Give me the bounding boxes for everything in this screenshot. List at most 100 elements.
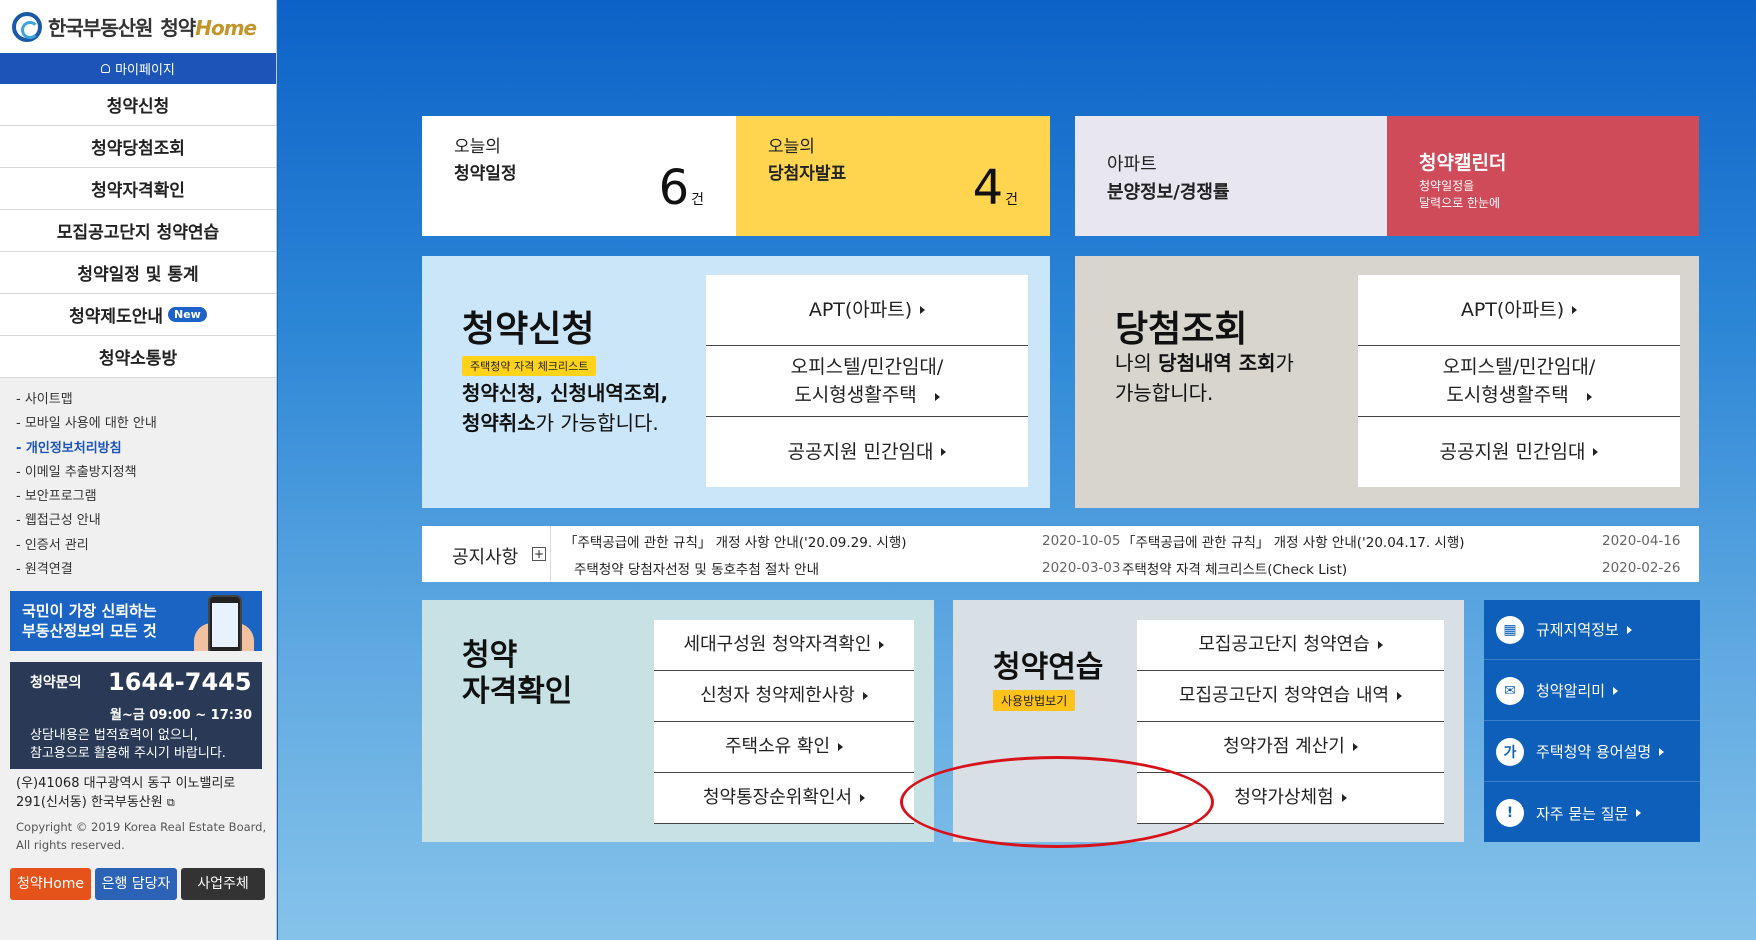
today-schedule-count: 6건 [658,160,704,216]
usage-guide-tag[interactable]: 사용방법보기 [993,690,1076,711]
apply-officetel-link[interactable]: 오피스텔/민간임대/도시형생활주택 [706,346,1028,417]
nav-item-apply[interactable]: 청약신청 [0,84,276,126]
household-qualification-link[interactable]: 세대구성원 청약자격확인 [654,620,914,671]
practice-complex-link[interactable]: 모집공고단지 청약연습 [1137,620,1444,671]
notice-item[interactable]: 「주택공급에 관한 규칙」 개정 사항 안내('20.09.29. 시행) [564,531,907,551]
house-ownership-link[interactable]: 주택소유 확인 [654,722,914,773]
apply-apt-link[interactable]: APT(아파트) [706,275,1028,346]
footer-links: - 사이트맵 - 모바일 사용에 대한 안내 - 개인정보처리방침 - 이메일 … [0,378,276,582]
mail-icon: ✉ [1496,676,1524,705]
notice-bar: 공지사항 + 「주택공급에 관한 규칙」 개정 사항 안내('20.09.29.… [422,526,1699,582]
arrow-right-icon [879,641,885,649]
main-content: 오늘의 청약일정 6건 오늘의 당첨자발표 4건 아파트 분양정보/경쟁률 청약… [278,0,1756,940]
practice-history-link[interactable]: 모집공고단지 청약연습 내역 [1137,671,1444,722]
today-schedule-card[interactable]: 오늘의 청약일정 6건 [422,116,736,236]
link-accessibility[interactable]: - 웹접근성 안내 [16,509,276,533]
logo-brand: 청약Home [160,16,257,40]
winner-public-rental-link[interactable]: 공공지원 민간임대 [1358,417,1680,487]
practice-title: 청약연습 [993,650,1104,685]
point-calculator-link[interactable]: 청약가점 계산기 [1137,722,1444,773]
arrow-right-icon [1377,641,1383,649]
link-certificate[interactable]: - 인증서 관리 [16,534,276,558]
quick-link-glossary[interactable]: 가 주택청약 용어설명 [1484,722,1700,782]
mypage-link[interactable]: 마이페이지 [0,53,276,84]
contact-box: 청약문의 1644-7445 월~금 09:00 ~ 17:30 상담내용은 법… [10,662,262,769]
apt-info-card[interactable]: 아파트 분양정보/경쟁률 [1075,116,1387,236]
winner-desc: 나의 당첨내역 조회가 가능합니다. [1115,351,1294,405]
notice-date: 2020-10-05 [1042,533,1121,549]
contact-note: 상담내용은 법적효력이 없으니, 참고용으로 활용해 주시기 바랍니다. [30,728,226,761]
contact-hours: 월~금 09:00 ~ 17:30 [110,708,253,723]
link-security-program[interactable]: - 보안프로그램 [16,485,276,509]
glossary-icon: 가 [1496,737,1524,766]
account-rank-certificate-link[interactable]: 청약통장순위확인서 [654,773,914,824]
arrow-right-icon [860,794,866,802]
arrow-right-icon [1613,686,1619,695]
notice-item[interactable]: 주택청약 자격 체크리스트(Check List) [1122,558,1347,578]
portal-bank-button[interactable]: 은행 담당자 [95,868,177,900]
arrow-right-icon [1586,393,1592,401]
today-winners-card[interactable]: 오늘의 당첨자발표 4건 [736,116,1050,236]
arrow-right-icon [920,306,926,314]
new-badge: New [168,307,207,322]
arrow-right-icon [862,692,868,700]
notice-date: 2020-02-26 [1602,560,1681,576]
site-logo[interactable]: 한국부동산원 청약Home [0,0,276,53]
notice-date: 2020-03-03 [1042,560,1121,576]
nav-item-winner-lookup[interactable]: 청약당첨조회 [0,126,276,168]
nav-item-community[interactable]: 청약소통방 [0,336,276,378]
notice-more-icon[interactable]: + [532,547,546,561]
nav-item-schedule-stats[interactable]: 청약일정 및 통계 [0,252,276,294]
faq-icon: ! [1496,799,1524,827]
quick-link-regulated-area[interactable]: ▦ 규제지역정보 [1484,600,1700,660]
qualification-title: 청약 자격확인 [462,638,573,709]
arrow-right-icon [1636,809,1642,817]
quick-links: ▦ 규제지역정보 ✉ 청약알리미 가 주택청약 용어설명 ! 자주 묻는 질문 [1484,600,1700,842]
apply-public-rental-link[interactable]: 공공지원 민간임대 [706,417,1028,487]
winner-title: 당첨조회 [1115,309,1248,350]
promo-banner[interactable]: 국민이 가장 신뢰하는 부동산정보의 모든 것 [10,591,262,651]
nav-item-qualification[interactable]: 청약자격확인 [0,168,276,210]
portal-buttons: 청약Home 은행 담당자 사업주체 [10,868,265,900]
virtual-experience-link[interactable]: 청약가상체험 [1137,773,1444,824]
nav-item-practice[interactable]: 모집공고단지 청약연습 [0,210,276,252]
link-sitemap[interactable]: - 사이트맵 [16,388,276,412]
copyright: Copyright © 2019 Korea Real Estate Board… [16,820,267,852]
practice-menu: 모집공고단지 청약연습 모집공고단지 청약연습 내역 청약가점 계산기 청약가상… [1137,620,1444,824]
arrow-right-icon [1659,747,1665,756]
quick-link-alert[interactable]: ✉ 청약알리미 [1484,661,1700,721]
notice-item[interactable]: 「주택공급에 관한 규칙」 개정 사항 안내('20.04.17. 시행) [1122,531,1465,551]
notice-title: 공지사항 [452,547,519,568]
portal-home-button[interactable]: 청약Home [10,868,91,900]
arrow-right-icon [838,743,844,751]
notice-date: 2020-04-16 [1602,533,1681,549]
arrow-right-icon [1397,692,1403,700]
notice-item[interactable]: 주택청약 당첨자선정 및 동호추첨 절차 안내 [574,558,819,578]
sidebar: 한국부동산원 청약Home 마이페이지 청약신청 청약당첨조회 청약자격확인 모… [0,0,277,940]
apply-title: 청약신청 [462,309,595,350]
nav-item-system-guide[interactable]: 청약제도안내 New [0,294,276,336]
address: (우)41068 대구광역시 동구 이노밸리로 291(신서동) 한국부동산원 … [16,776,236,810]
winner-apt-link[interactable]: APT(아파트) [1358,275,1680,346]
calendar-card[interactable]: 청약캘린더 청약일정을 달력으로 한눈에 [1387,116,1699,236]
arrow-right-icon [941,448,947,456]
portal-business-button[interactable]: 사업주체 [181,868,265,900]
link-remote[interactable]: - 원격연결 [16,558,276,582]
quick-link-faq[interactable]: ! 자주 묻는 질문 [1484,783,1700,843]
arrow-right-icon [1593,448,1599,456]
external-link-icon[interactable]: ⧉ [167,796,175,809]
applicant-restriction-link[interactable]: 신청자 청약제한사항 [654,671,914,722]
checklist-tag[interactable]: 주택청약 자격 체크리스트 [462,356,597,376]
today-winners-count: 4건 [972,160,1018,216]
arrow-right-icon [1626,625,1632,634]
winner-menu: APT(아파트) 오피스텔/민간임대/도시형생활주택 공공지원 민간임대 [1358,275,1680,487]
building-icon: ▦ [1496,615,1524,644]
logo-org: 한국부동산원 [48,16,153,40]
link-privacy-policy[interactable]: - 개인정보처리방침 [16,437,276,461]
winner-officetel-link[interactable]: 오피스텔/민간임대/도시형생활주택 [1358,346,1680,417]
apply-desc: 청약신청, 신청내역조회, 청약취소가 가능합니다. [462,381,669,435]
arrow-right-icon [934,393,940,401]
link-mobile-guide[interactable]: - 모바일 사용에 대한 안내 [16,412,276,436]
link-email-policy[interactable]: - 이메일 추출방지정책 [16,461,276,485]
contact-phone: 1644-7445 [108,668,252,696]
